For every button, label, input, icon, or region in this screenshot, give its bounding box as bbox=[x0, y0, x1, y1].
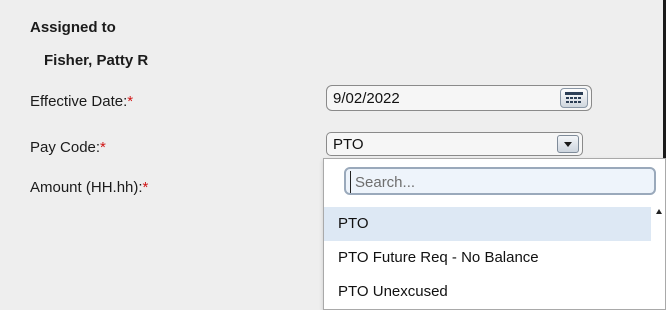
pay-code-value[interactable]: PTO bbox=[333, 136, 364, 153]
dropdown-option-pto[interactable]: PTO bbox=[324, 207, 651, 241]
effective-date-value[interactable]: 9/02/2022 bbox=[333, 90, 400, 107]
effective-date-field[interactable]: 9/02/2022 bbox=[326, 85, 592, 111]
pay-code-label-text: Pay Code: bbox=[30, 139, 101, 156]
assigned-to-name: Fisher, Patty R bbox=[44, 52, 149, 69]
amount-label: Amount (HH.hh):* bbox=[30, 179, 148, 196]
dropdown-option-pto-future-req[interactable]: PTO Future Req - No Balance bbox=[324, 241, 651, 275]
calendar-button[interactable] bbox=[560, 88, 588, 108]
chevron-down-icon[interactable] bbox=[557, 135, 579, 153]
search-box[interactable] bbox=[344, 167, 656, 195]
pay-code-label: Pay Code:* bbox=[30, 139, 106, 156]
required-mark: * bbox=[142, 179, 149, 196]
effective-date-label-text: Effective Date: bbox=[30, 93, 128, 110]
required-mark: * bbox=[100, 139, 106, 156]
calendar-icon bbox=[565, 92, 583, 103]
pay-code-select[interactable]: PTO bbox=[326, 132, 583, 156]
required-mark: * bbox=[127, 93, 134, 110]
pay-code-dropdown: PTO PTO Future Req - No Balance PTO Unex… bbox=[323, 158, 666, 310]
effective-date-label: Effective Date:* bbox=[30, 93, 133, 110]
search-input[interactable] bbox=[350, 171, 655, 193]
amount-label-text: Amount (HH.hh): bbox=[30, 179, 143, 196]
scroll-up-arrow-icon[interactable] bbox=[656, 209, 662, 214]
assigned-to-label: Assigned to bbox=[30, 19, 116, 36]
dropdown-option-pto-unexcused[interactable]: PTO Unexcused bbox=[324, 275, 651, 309]
